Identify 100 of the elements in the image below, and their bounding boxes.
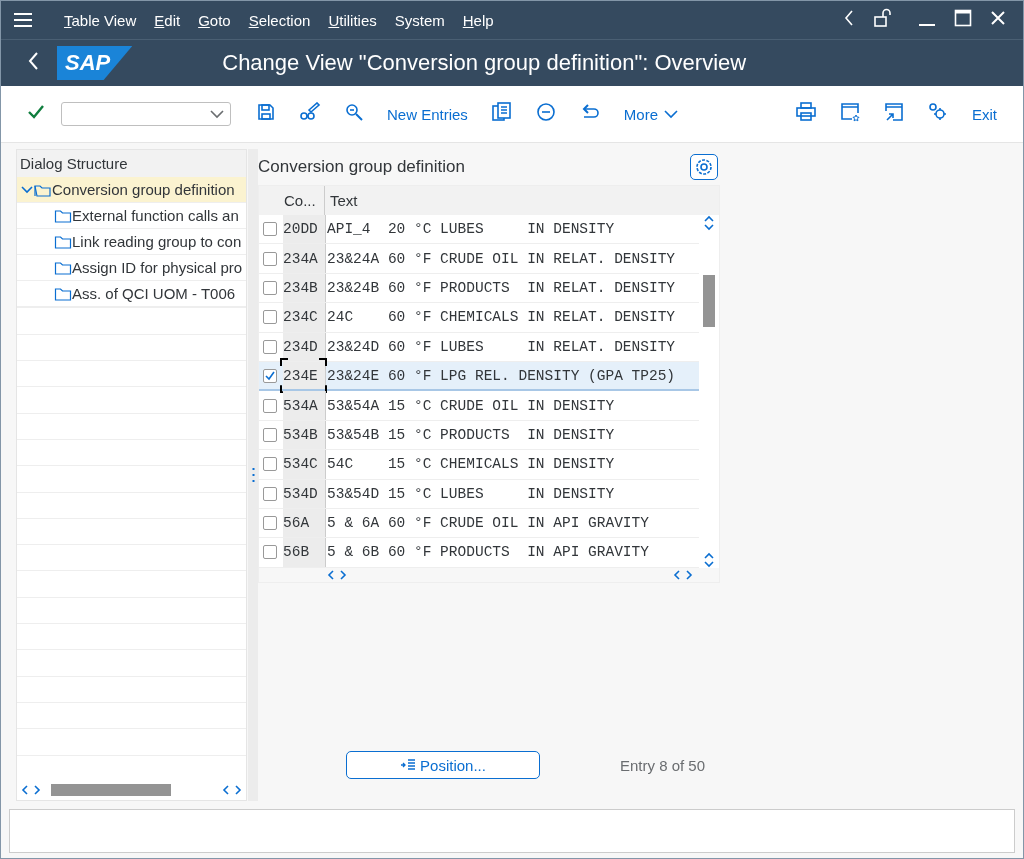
window-title: Change View "Conversion group definition": Overview	[222, 50, 747, 76]
more-button[interactable]: More	[623, 105, 679, 123]
table-cell: 234A	[283, 244, 326, 273]
table-cell: 56B	[283, 538, 326, 567]
search-icon[interactable]	[345, 103, 363, 121]
row-checkbox[interactable]	[263, 486, 277, 501]
scroll-right-icon[interactable]	[339, 569, 347, 580]
tree-node[interactable]: Conversion group definition	[17, 177, 246, 203]
list-arrow-icon	[400, 758, 417, 772]
row-checkbox[interactable]	[263, 310, 277, 325]
print-icon[interactable]	[796, 102, 816, 122]
row-checkbox[interactable]	[263, 516, 277, 531]
scroll-right-icon[interactable]	[234, 785, 242, 795]
save-icon[interactable]	[257, 103, 275, 121]
menu-item[interactable]: Edit	[145, 11, 190, 29]
table-title: Conversion group definition	[258, 157, 465, 177]
entry-counter: Entry 8 of 50	[619, 756, 706, 774]
row-checkbox[interactable]	[263, 398, 277, 413]
window-star-icon[interactable]	[840, 102, 860, 122]
table-cell: 234C	[283, 303, 326, 332]
table-cell: 23&24A 60 °F CRUDE OIL IN RELAT. DENSITY	[326, 250, 676, 267]
splitter-handle-icon[interactable]	[251, 467, 255, 483]
sap-logo: SAP	[57, 46, 133, 80]
scroll-down-icon[interactable]	[704, 223, 714, 231]
table-cell: 534C	[283, 450, 326, 479]
table-cell: 24C 60 °F CHEMICALS IN RELAT. DENSITY	[326, 309, 676, 326]
tree-node[interactable]: Link reading group to con	[17, 229, 246, 255]
tree-node[interactable]: Assign ID for physical pro	[17, 255, 246, 281]
chevron-down-icon	[664, 109, 679, 119]
scroll-left-icon[interactable]	[21, 785, 29, 795]
scrollbar-thumb[interactable]	[703, 275, 715, 327]
menu-item[interactable]: Utilities	[319, 11, 386, 29]
menu-item[interactable]: System	[385, 11, 454, 29]
menu-item[interactable]: Selection	[239, 11, 320, 29]
menu-item[interactable]: Table View	[55, 11, 146, 29]
folder-icon	[54, 286, 72, 301]
scroll-left-icon[interactable]	[222, 785, 230, 795]
row-checkbox[interactable]	[263, 427, 277, 442]
checkmark-icon[interactable]	[27, 104, 45, 120]
lock-icon[interactable]	[873, 8, 893, 28]
table-cell: 234D	[283, 332, 326, 361]
maximize-icon[interactable]	[954, 9, 972, 27]
row-checkbox[interactable]	[263, 222, 277, 237]
settings-icon	[695, 158, 713, 176]
scroll-left-icon[interactable]	[327, 569, 335, 580]
scroll-up-icon[interactable]	[704, 215, 714, 223]
table-cell: 534D	[283, 479, 326, 508]
table-cell: API_4 20 °C LUBES IN DENSITY	[326, 221, 615, 238]
open-folder-icon	[34, 182, 52, 197]
table-cell: 53&54D 15 °C LUBES IN DENSITY	[326, 485, 615, 502]
command-field[interactable]	[61, 102, 231, 126]
table-cell: 53&54B 15 °C PRODUCTS IN DENSITY	[326, 426, 615, 443]
panel-title: Dialog Structure	[17, 150, 246, 177]
scrollbar-thumb[interactable]	[51, 784, 171, 796]
table-cell: 5 & 6B 60 °F PRODUCTS IN API GRAVITY	[326, 544, 649, 561]
row-checkbox[interactable]	[263, 339, 277, 354]
row-checkbox[interactable]	[263, 457, 277, 472]
window-arrow-icon[interactable]	[884, 102, 904, 122]
copy-icon[interactable]	[491, 102, 512, 122]
scroll-down-icon[interactable]	[704, 559, 714, 568]
row-checkbox[interactable]	[263, 280, 277, 295]
check-icon	[265, 370, 275, 381]
table-cell: 20DD	[283, 215, 326, 244]
chevron-down-icon[interactable]	[20, 183, 34, 196]
menu-item[interactable]: Goto	[189, 11, 240, 29]
table-cell: 56A	[283, 508, 326, 538]
table-cell: 23&24B 60 °F PRODUCTS IN RELAT. DENSITY	[326, 279, 676, 296]
new-entries-button[interactable]: New Entries	[387, 105, 468, 123]
folder-icon	[54, 234, 72, 249]
table-cell: 23&24D 60 °F LUBES IN RELAT. DENSITY	[326, 338, 676, 355]
table-cell: 54C 15 °C CHEMICALS IN DENSITY	[326, 456, 615, 473]
table-cell: 534B	[283, 420, 326, 450]
table-cell: 53&54A 15 °C CRUDE OIL IN DENSITY	[326, 397, 615, 414]
dropdown-icon	[210, 109, 224, 119]
back-icon[interactable]	[27, 51, 39, 71]
table-cell: 534A	[283, 391, 326, 420]
scroll-right-icon[interactable]	[685, 569, 693, 580]
folder-icon	[54, 260, 72, 275]
scroll-right-icon[interactable]	[33, 785, 41, 795]
minus-circle-icon[interactable]	[535, 102, 556, 122]
exit-button[interactable]: Exit	[972, 105, 997, 123]
gears-icon[interactable]	[928, 102, 948, 122]
row-checkbox[interactable]	[263, 368, 277, 383]
close-icon[interactable]	[990, 10, 1006, 26]
row-checkbox[interactable]	[263, 251, 277, 266]
table-cell: 23&24E 60 °F LPG REL. DENSITY (GPA TP25)	[326, 367, 676, 384]
column-header[interactable]: Text	[325, 192, 358, 209]
settings-button[interactable]	[690, 154, 718, 180]
table-cell: 234B	[283, 273, 326, 303]
scroll-left-icon[interactable]	[673, 569, 681, 580]
row-checkbox[interactable]	[263, 545, 277, 560]
scroll-up-icon[interactable]	[704, 551, 714, 560]
menu-icon[interactable]	[13, 12, 33, 28]
folder-icon	[54, 208, 72, 223]
menu-item[interactable]: Help	[453, 11, 503, 29]
table-cell: 5 & 6A 60 °F CRUDE OIL IN API GRAVITY	[326, 515, 649, 532]
tree-node[interactable]: Ass. of QCI UOM - T006	[17, 281, 246, 307]
glasses-pencil-icon[interactable]	[299, 102, 321, 122]
position-button[interactable]: Position...	[345, 751, 540, 779]
chevron-left-icon[interactable]	[843, 9, 855, 27]
